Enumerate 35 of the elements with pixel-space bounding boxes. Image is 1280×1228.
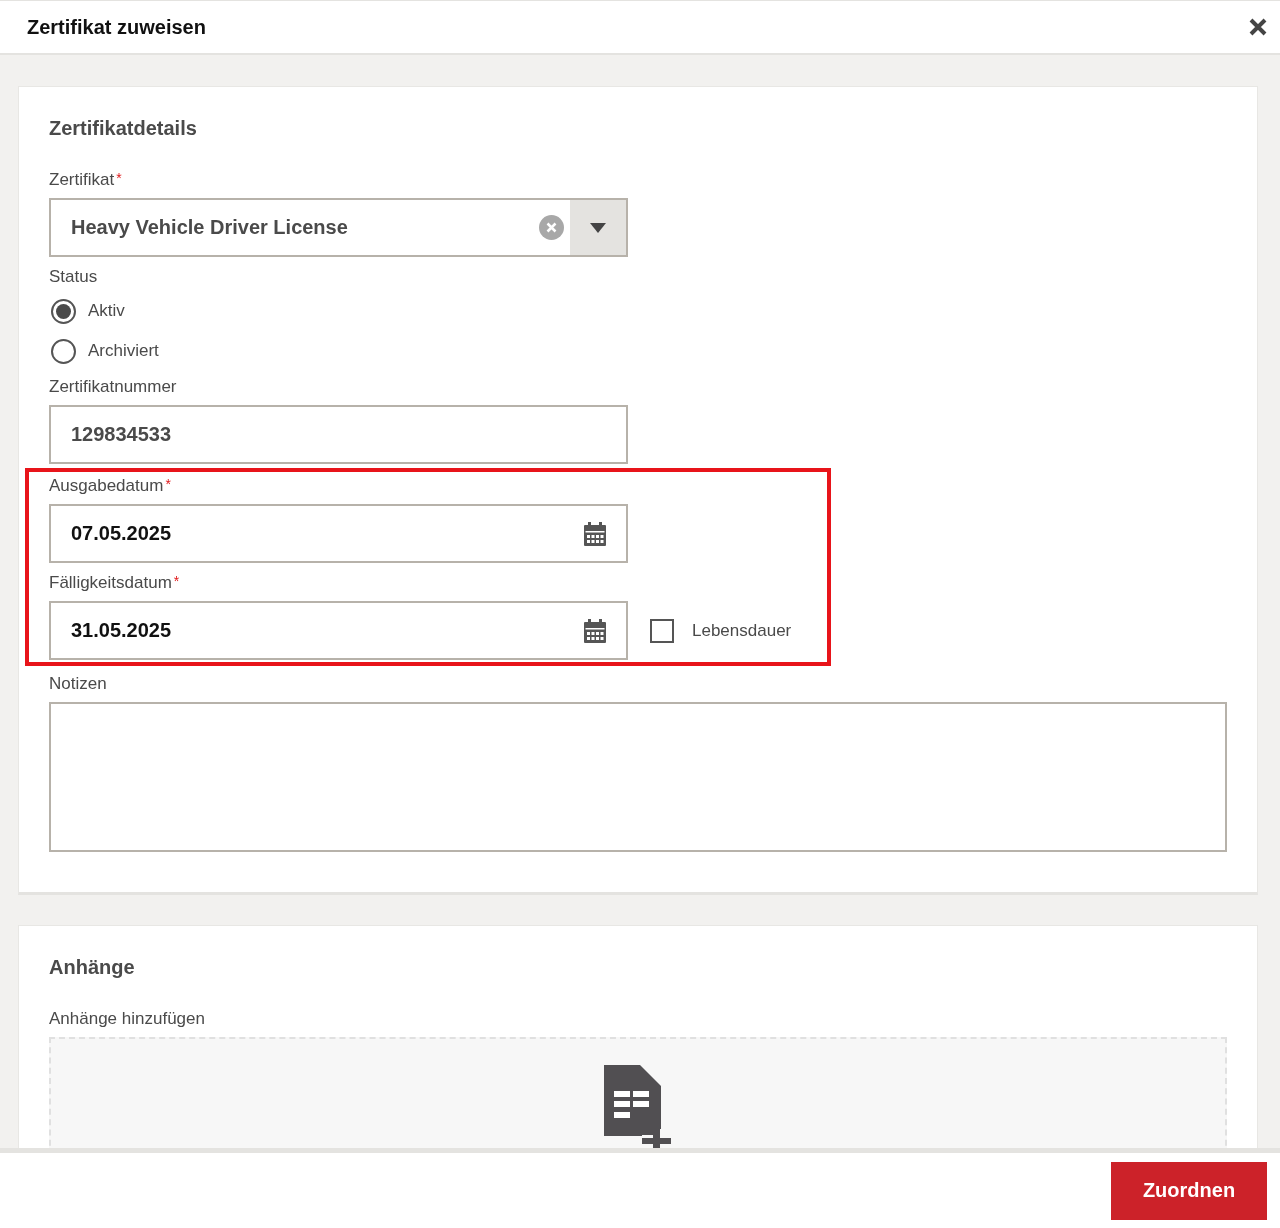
calendar-icon[interactable] xyxy=(584,618,606,643)
required-mark: * xyxy=(173,573,180,589)
notes-field[interactable] xyxy=(49,702,1227,852)
date-field[interactable]: 31.05.2025 xyxy=(49,601,628,660)
required-mark: * xyxy=(165,476,171,492)
field-label: Notizen xyxy=(49,674,108,694)
add-document-icon xyxy=(604,1065,672,1148)
dropdown-button[interactable] xyxy=(570,200,626,255)
field-label: Ausgabedatum* xyxy=(49,476,172,496)
number-field[interactable]: 129834533 xyxy=(49,405,628,464)
dialog-title: Zertifikat zuweisen xyxy=(27,15,206,39)
field-label: Zertifikatnummer xyxy=(49,377,178,397)
checkbox-icon[interactable] xyxy=(650,618,674,643)
lifetime-checkbox[interactable]: Lebensdauer xyxy=(650,618,792,643)
select-value: Heavy Vehicle Driver License xyxy=(70,216,349,239)
date-field[interactable]: 07.05.2025 xyxy=(49,504,628,563)
section-heading: Anhänge xyxy=(49,956,136,979)
radio-option[interactable]: Aktiv xyxy=(49,291,1227,331)
field-label: Zertifikat* xyxy=(49,170,123,190)
close-icon xyxy=(1248,17,1268,37)
assign-button[interactable]: Zuordnen xyxy=(1111,1161,1267,1220)
field-label: Status xyxy=(49,267,99,287)
caret-icon xyxy=(590,222,606,233)
radio-icon[interactable] xyxy=(51,338,76,364)
required-mark: * xyxy=(116,170,122,186)
certificate-select[interactable]: Heavy Vehicle Driver License xyxy=(49,198,628,257)
date-value: 31.05.2025 xyxy=(70,619,173,642)
field-label: Anhänge hinzufügen xyxy=(49,1009,206,1029)
section-heading: Zertifikatdetails xyxy=(49,117,198,140)
date-value: 07.05.2025 xyxy=(70,522,173,545)
radio-icon[interactable] xyxy=(51,298,76,324)
field-value: 129834533 xyxy=(70,423,173,446)
radio-option[interactable]: Archiviert xyxy=(49,331,1227,371)
field-label: Fälligkeitsdatum* xyxy=(49,573,181,593)
calendar-icon[interactable] xyxy=(584,521,606,546)
